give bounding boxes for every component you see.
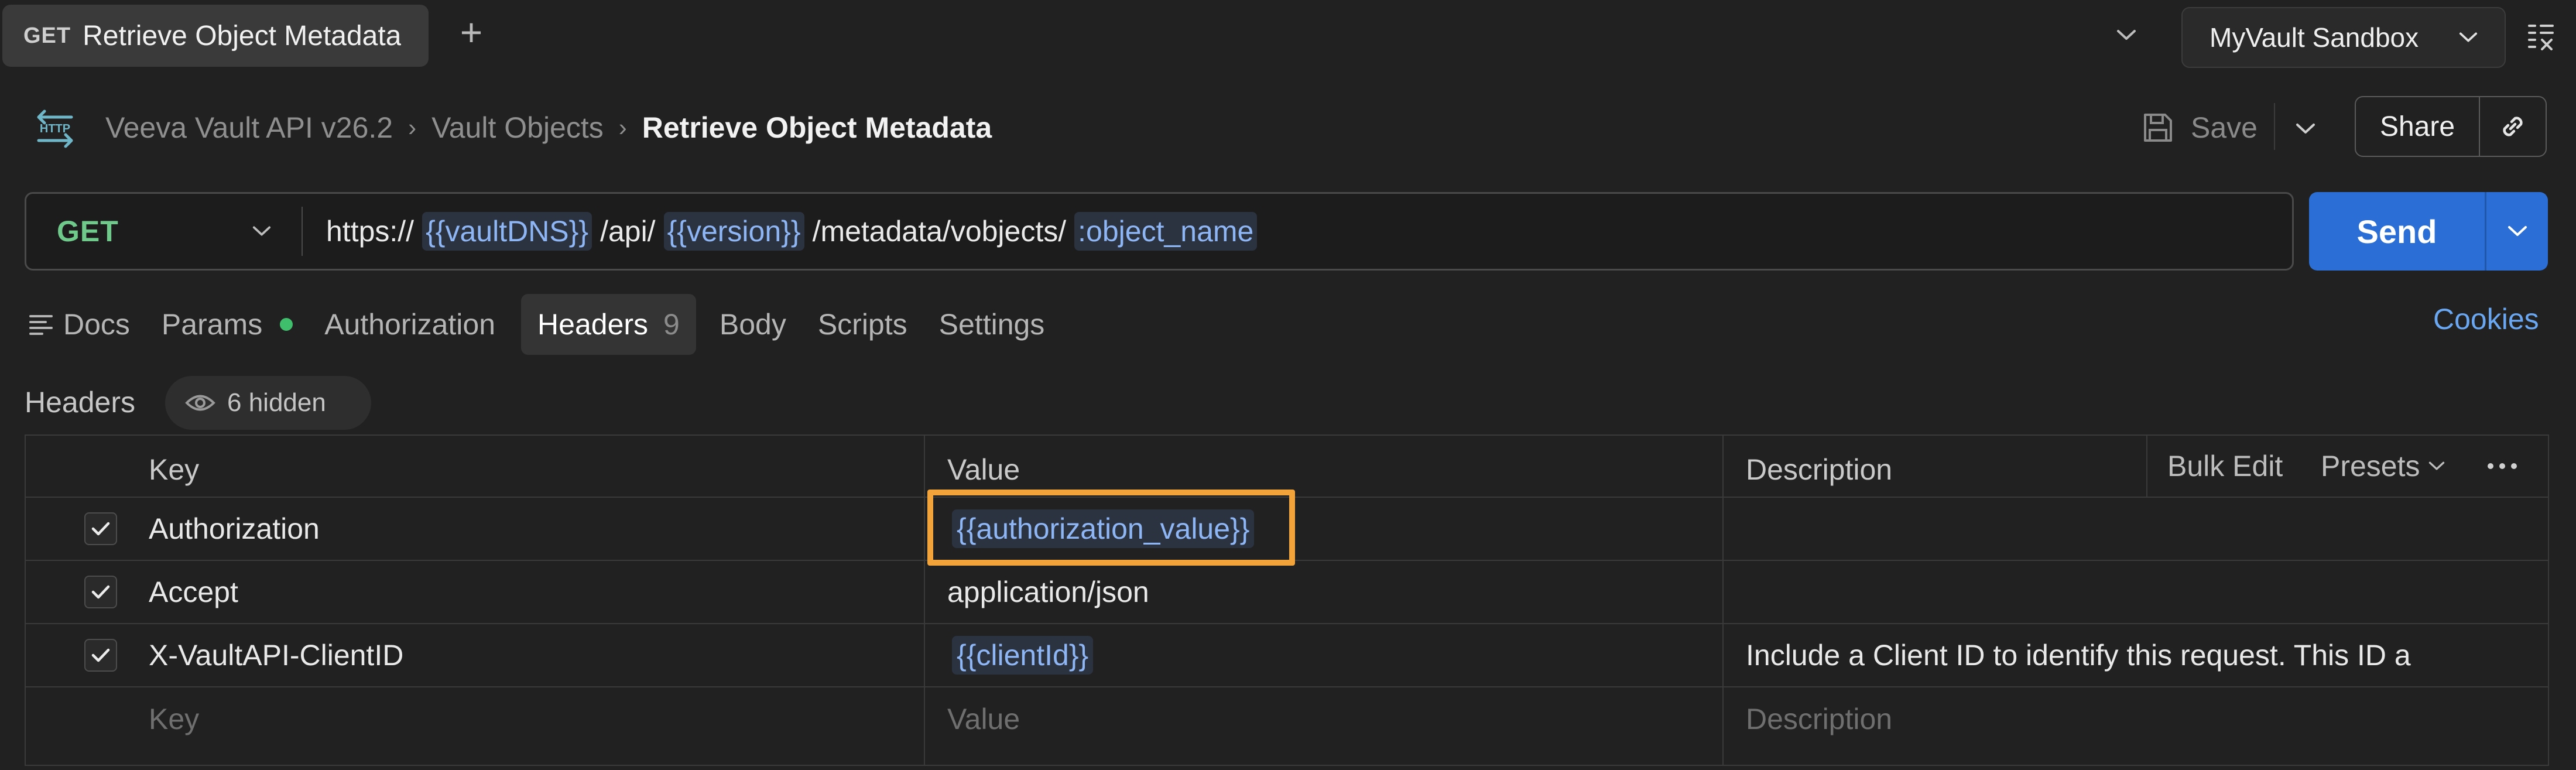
url-scheme: https:// [326, 215, 415, 248]
request-tab[interactable]: GET Retrieve Object Metadata [2, 5, 429, 67]
header-value[interactable]: {{clientId}} [952, 624, 1094, 686]
breadcrumb: Veeva Vault API v26.2 › Vault Objects › … [105, 103, 992, 152]
new-key-input[interactable]: Key [149, 687, 199, 751]
hidden-headers-toggle[interactable]: 6 hidden [165, 376, 371, 430]
header-value-variable: {{clientId}} [952, 636, 1094, 675]
breadcrumb-folder[interactable]: Vault Objects [431, 111, 604, 145]
hidden-headers-label: 6 hidden [227, 388, 326, 417]
highlight-box [927, 490, 1295, 566]
method-select[interactable]: GET [26, 194, 302, 269]
tabs-chevron-down-icon[interactable] [2109, 18, 2144, 53]
save-icon [2144, 114, 2172, 142]
share-button[interactable]: Share [2356, 111, 2479, 143]
checkmark-icon [91, 522, 110, 536]
checkmark-icon [91, 648, 110, 662]
save-options-chevron-down-icon[interactable] [2287, 110, 2324, 148]
tab-scripts[interactable]: Scripts [818, 295, 907, 354]
presets-dropdown[interactable]: Presets [2321, 436, 2445, 497]
column-description: Description [1746, 453, 1893, 486]
headers-count-badge: 9 [663, 308, 680, 341]
headers-table: Key Value Description Bulk Edit Presets … [25, 434, 2549, 766]
environment-name: MyVault Sandbox [2210, 22, 2419, 53]
save-button[interactable]: Save [2140, 100, 2258, 156]
bulk-edit-button[interactable]: Bulk Edit [2167, 436, 2283, 497]
http-request-icon: HTTP [30, 103, 80, 152]
save-label: Save [2191, 111, 2258, 144]
url-segment: /api/ [600, 215, 656, 248]
chevron-down-icon [252, 226, 271, 236]
tab-params-label: Params [161, 308, 263, 341]
tab-authorization-label: Authorization [324, 308, 496, 341]
environment-quick-look-icon[interactable] [2512, 14, 2570, 61]
request-tabs: Docs Params Authorization Headers 9 Body… [28, 294, 1076, 355]
new-value-input[interactable]: Value [947, 687, 1020, 751]
row-enabled-checkbox[interactable] [84, 624, 117, 686]
tab-settings[interactable]: Settings [939, 295, 1045, 354]
send-options-chevron-down-icon[interactable] [2486, 225, 2548, 237]
send-button-group: Send [2309, 192, 2548, 271]
header-value[interactable]: application/json [947, 561, 1149, 623]
url-variable-version[interactable]: {{version}} [663, 212, 804, 251]
tab-settings-label: Settings [938, 308, 1045, 341]
tab-title: Retrieve Object Metadata [83, 20, 402, 52]
chevron-right-icon: › [618, 114, 627, 141]
cookies-link[interactable]: Cookies [2433, 302, 2539, 336]
new-description-input[interactable]: Description [1746, 687, 1892, 751]
chevron-down-icon [2459, 32, 2478, 42]
table-header-row: Key Value Description Bulk Edit Presets [26, 436, 2548, 498]
column-key: Key [149, 453, 200, 486]
tab-body[interactable]: Body [720, 295, 786, 354]
tab-headers[interactable]: Headers 9 [521, 294, 696, 355]
chevron-right-icon: › [408, 114, 417, 141]
send-button[interactable]: Send [2309, 213, 2485, 251]
tab-params[interactable]: Params [162, 295, 293, 354]
header-description[interactable]: Include a Client ID to identify this req… [1746, 624, 2513, 686]
divider [2274, 103, 2275, 150]
url-segment: /metadata/vobjects/ [812, 215, 1067, 248]
presets-label: Presets [2321, 450, 2420, 482]
checkmark-icon [91, 585, 110, 599]
share-button-group: Share [2355, 96, 2547, 157]
docs-icon [29, 315, 53, 335]
tab-scripts-label: Scripts [817, 308, 907, 341]
params-active-dot [280, 318, 293, 331]
table-row: Accept application/json [26, 561, 2548, 624]
header-key[interactable]: Accept [149, 561, 238, 623]
new-header-row: Key Value Description [26, 687, 2548, 751]
header-key[interactable]: Authorization [149, 498, 320, 560]
url-bar: GET https:// {{vaultDNS}} /api/ {{versio… [25, 192, 2294, 271]
chevron-down-icon [2428, 461, 2444, 470]
tab-method: GET [23, 23, 71, 48]
eye-icon [185, 395, 215, 411]
new-tab-plus-icon[interactable]: + [451, 11, 492, 54]
tab-docs-label: Docs [63, 308, 130, 341]
method-value: GET [57, 215, 119, 248]
url-input[interactable]: https:// {{vaultDNS}} /api/ {{version}} … [303, 212, 1265, 251]
tab-body-label: Body [719, 308, 786, 341]
header-key[interactable]: X-VaultAPI-ClientID [149, 624, 403, 686]
environment-selector[interactable]: MyVault Sandbox [2181, 7, 2506, 68]
svg-text:HTTP: HTTP [40, 122, 70, 135]
row-enabled-checkbox[interactable] [84, 498, 117, 560]
table-row: X-VaultAPI-ClientID {{clientId}} Include… [26, 624, 2548, 687]
breadcrumb-request[interactable]: Retrieve Object Metadata [642, 111, 992, 145]
row-enabled-checkbox[interactable] [84, 561, 117, 623]
tab-headers-label: Headers [537, 308, 649, 341]
more-options-icon[interactable] [2486, 436, 2519, 497]
headers-section-title: Headers [25, 386, 135, 419]
tab-docs[interactable]: Docs [28, 295, 130, 354]
copy-link-icon[interactable] [2480, 111, 2546, 142]
url-path-variable[interactable]: :object_name [1074, 212, 1258, 251]
breadcrumb-collection[interactable]: Veeva Vault API v26.2 [105, 111, 393, 145]
url-variable-vaultdns[interactable]: {{vaultDNS}} [422, 212, 592, 251]
tab-authorization[interactable]: Authorization [324, 295, 495, 354]
